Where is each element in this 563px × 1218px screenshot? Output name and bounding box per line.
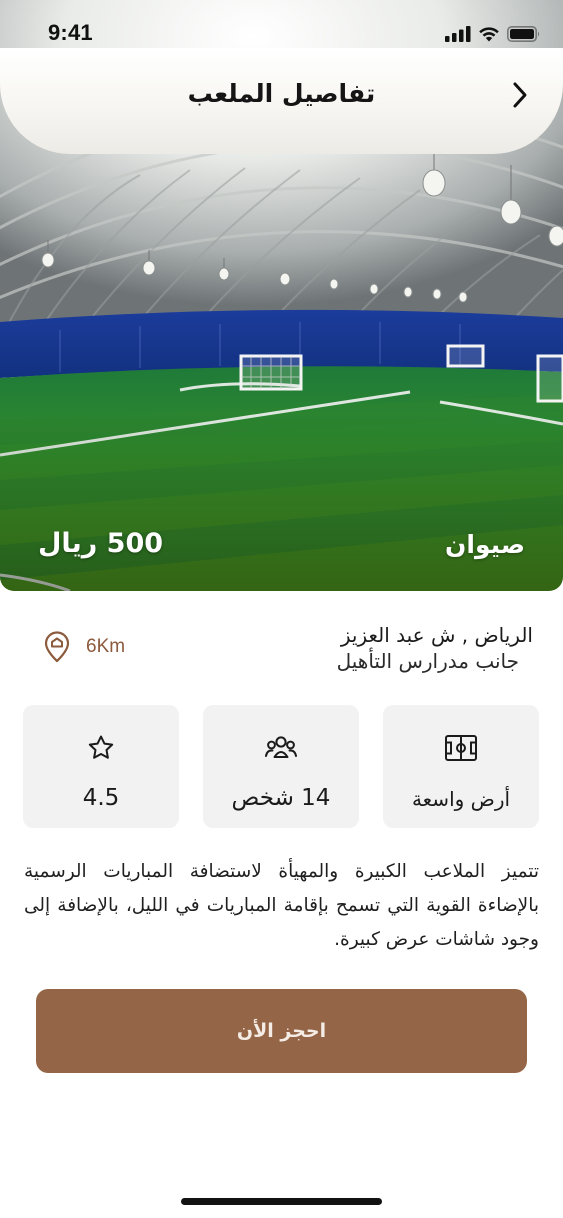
status-time: 9:41 — [48, 20, 93, 45]
field-description: تتميز الملاعب الكبيرة والمهيأة لاستضافة … — [24, 861, 539, 950]
field-icon — [445, 735, 477, 761]
page-title: تفاصيل الملعب — [187, 79, 376, 108]
signal-icon — [445, 26, 471, 42]
field-name: صيوان — [445, 530, 525, 559]
location-pin-icon — [44, 631, 70, 663]
address-line-2: جانب مدرارس التأهيل — [336, 649, 519, 673]
battery-icon — [507, 26, 540, 42]
field-size-card: أرض واسعة — [383, 705, 539, 828]
capacity-card: 14 شخص — [203, 705, 359, 828]
field-price: 500 ريال — [38, 528, 164, 559]
home-indicator[interactable] — [181, 1198, 382, 1205]
rating-value: 4.5 — [82, 785, 120, 811]
back-button[interactable] — [505, 80, 535, 110]
star-icon — [88, 735, 114, 759]
field-size-value: أرض واسعة — [411, 787, 511, 811]
chevron-right-icon — [513, 82, 527, 108]
capacity-value: 14 شخص — [231, 785, 331, 811]
status-bar: 9:41 — [0, 0, 563, 68]
people-icon — [265, 736, 297, 758]
wifi-icon — [479, 27, 499, 42]
rating-card: 4.5 — [23, 705, 179, 828]
distance-value: 6Km — [86, 636, 126, 657]
status-icons — [445, 24, 541, 44]
book-now-button[interactable]: احجز الأن — [36, 989, 527, 1073]
distance-info: 6Km — [42, 631, 125, 663]
field-address: الرياض , ش عبد العزيز جانب مدرارس التأهي… — [337, 622, 533, 674]
address-line-1: الرياض , ش عبد العزيز — [340, 623, 533, 647]
